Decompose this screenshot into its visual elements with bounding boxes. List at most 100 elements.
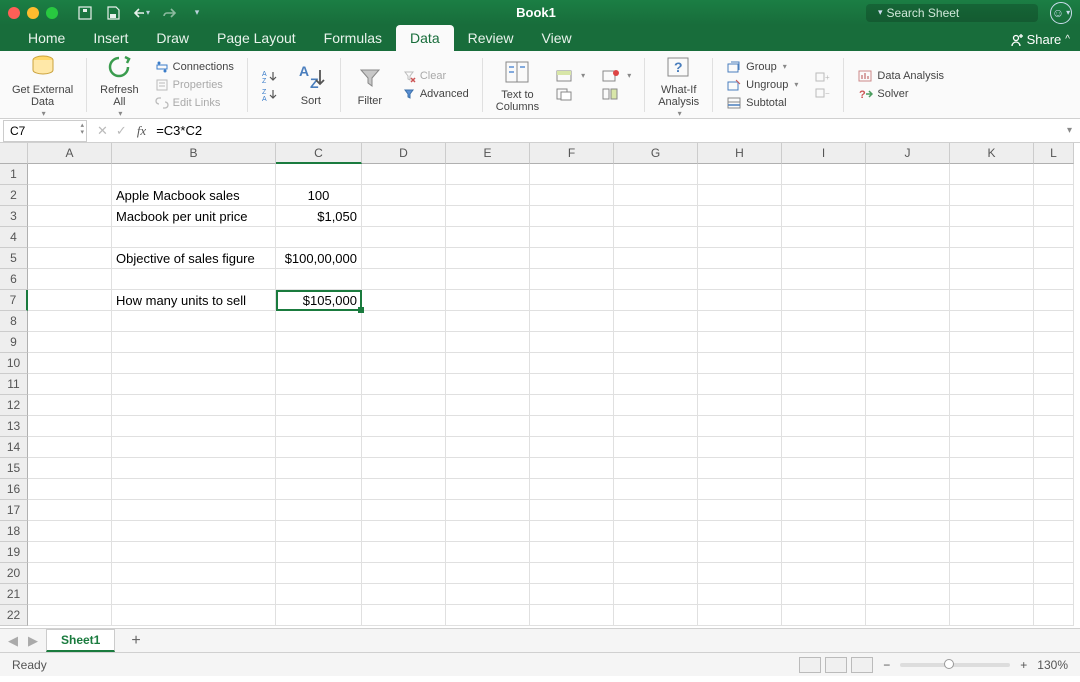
row-header-6[interactable]: 6 [0,269,28,290]
cell-A14[interactable] [28,437,112,458]
cell-F18[interactable] [530,521,614,542]
cell-E6[interactable] [446,269,530,290]
col-header-B[interactable]: B [112,143,276,164]
row-header-10[interactable]: 10 [0,353,28,374]
cell-C17[interactable] [276,500,362,521]
show-detail-button[interactable]: + [812,70,832,84]
cell-F20[interactable] [530,563,614,584]
cell-C2[interactable]: 100 [276,185,362,206]
tab-draw[interactable]: Draw [142,25,203,51]
cell-C3[interactable]: $1,050 [276,206,362,227]
cell-K14[interactable] [950,437,1034,458]
cell-I20[interactable] [782,563,866,584]
cell-K9[interactable] [950,332,1034,353]
col-header-H[interactable]: H [698,143,782,164]
cell-L21[interactable] [1034,584,1074,605]
cell-E9[interactable] [446,332,530,353]
cell-F3[interactable] [530,206,614,227]
row-header-17[interactable]: 17 [0,500,28,521]
cell-I15[interactable] [782,458,866,479]
cell-J8[interactable] [866,311,950,332]
cell-D11[interactable] [362,374,446,395]
minimize-window-icon[interactable] [27,7,39,19]
cell-J16[interactable] [866,479,950,500]
cell-A8[interactable] [28,311,112,332]
cell-K15[interactable] [950,458,1034,479]
cell-G18[interactable] [614,521,698,542]
cell-L17[interactable] [1034,500,1074,521]
cell-G12[interactable] [614,395,698,416]
cell-F2[interactable] [530,185,614,206]
cell-H22[interactable] [698,605,782,626]
cell-L19[interactable] [1034,542,1074,563]
cell-L5[interactable] [1034,248,1074,269]
clear-button[interactable]: Clear [400,68,471,84]
cell-I21[interactable] [782,584,866,605]
cell-D21[interactable] [362,584,446,605]
cell-E7[interactable] [446,290,530,311]
col-header-F[interactable]: F [530,143,614,164]
cell-I14[interactable] [782,437,866,458]
zoom-out-button[interactable]: − [883,658,890,672]
cell-J17[interactable] [866,500,950,521]
cell-G2[interactable] [614,185,698,206]
cell-C21[interactable] [276,584,362,605]
cell-A7[interactable] [28,290,112,311]
normal-view-button[interactable] [799,657,821,673]
cell-J6[interactable] [866,269,950,290]
cell-D9[interactable] [362,332,446,353]
cell-F12[interactable] [530,395,614,416]
subtotal-button[interactable]: Subtotal [724,95,800,111]
cell-H19[interactable] [698,542,782,563]
cell-G5[interactable] [614,248,698,269]
cell-H11[interactable] [698,374,782,395]
cell-D15[interactable] [362,458,446,479]
cell-I1[interactable] [782,164,866,185]
cell-K3[interactable] [950,206,1034,227]
cell-I9[interactable] [782,332,866,353]
cell-A9[interactable] [28,332,112,353]
cell-K6[interactable] [950,269,1034,290]
cell-H8[interactable] [698,311,782,332]
cell-F8[interactable] [530,311,614,332]
cell-C9[interactable] [276,332,362,353]
cell-J10[interactable] [866,353,950,374]
cell-J5[interactable] [866,248,950,269]
cell-A1[interactable] [28,164,112,185]
cell-E2[interactable] [446,185,530,206]
cell-C4[interactable] [276,227,362,248]
cell-K20[interactable] [950,563,1034,584]
add-sheet-button[interactable]: + [121,630,150,652]
cell-A20[interactable] [28,563,112,584]
cell-G3[interactable] [614,206,698,227]
row-header-15[interactable]: 15 [0,458,28,479]
cell-I13[interactable] [782,416,866,437]
cell-C10[interactable] [276,353,362,374]
save-icon[interactable] [104,4,122,22]
cell-D22[interactable] [362,605,446,626]
cell-B22[interactable] [112,605,276,626]
col-header-K[interactable]: K [950,143,1034,164]
cell-A21[interactable] [28,584,112,605]
solver-button[interactable]: ?Solver [855,86,946,102]
cell-F7[interactable] [530,290,614,311]
cell-E15[interactable] [446,458,530,479]
cell-L6[interactable] [1034,269,1074,290]
row-header-12[interactable]: 12 [0,395,28,416]
tab-home[interactable]: Home [14,25,79,51]
cell-D16[interactable] [362,479,446,500]
cell-F9[interactable] [530,332,614,353]
cell-H16[interactable] [698,479,782,500]
row-header-13[interactable]: 13 [0,416,28,437]
cell-I18[interactable] [782,521,866,542]
cell-L14[interactable] [1034,437,1074,458]
sort-asc-button[interactable]: AZ [259,68,281,84]
cell-L20[interactable] [1034,563,1074,584]
col-header-L[interactable]: L [1034,143,1074,164]
tab-formulas[interactable]: Formulas [310,25,396,51]
flash-fill-button[interactable]: ▾ [553,68,587,84]
cell-D8[interactable] [362,311,446,332]
cell-I7[interactable] [782,290,866,311]
fx-icon[interactable]: fx [137,123,146,139]
cell-L22[interactable] [1034,605,1074,626]
